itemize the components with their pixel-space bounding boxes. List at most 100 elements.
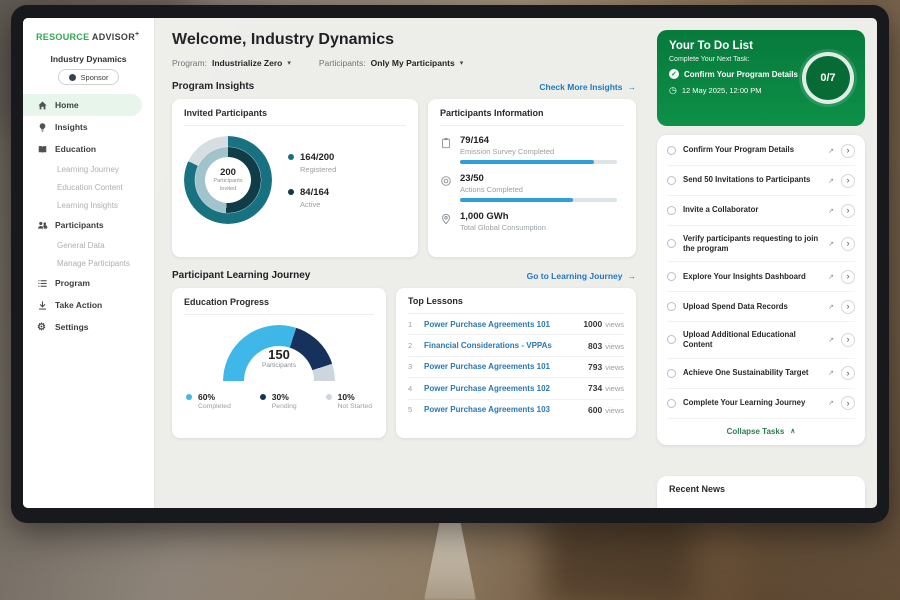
sidebar-item-insights[interactable]: Insights <box>23 116 154 138</box>
chevron-right-icon: › <box>847 335 850 344</box>
lesson-row[interactable]: 3 Power Purchase Agreements 101 793views <box>408 357 624 378</box>
sidebar-item-manage-participants[interactable]: Manage Participants <box>23 254 154 272</box>
external-link-icon: ↗ <box>828 399 834 407</box>
task-row[interactable]: Send 50 Invitations to Participants ↗ › <box>667 166 855 196</box>
chevron-right-icon: › <box>847 206 850 215</box>
chevron-right-icon: › <box>847 369 850 378</box>
external-link-icon: ↗ <box>828 336 834 344</box>
sidebar-item-home[interactable]: Home <box>23 94 142 116</box>
task-open-button[interactable]: › <box>841 144 855 158</box>
task-checkbox[interactable] <box>667 239 676 248</box>
task-row[interactable]: Complete Your Learning Journey ↗ › <box>667 389 855 419</box>
check-more-insights-link[interactable]: Check More Insights → <box>539 82 636 92</box>
lesson-link[interactable]: Power Purchase Agreements 101 <box>424 362 580 371</box>
task-row[interactable]: Verify participants requesting to join t… <box>667 226 855 262</box>
task-open-button[interactable]: › <box>841 270 855 284</box>
book-icon <box>37 144 48 155</box>
todo-next-task[interactable]: ✓ Confirm Your Program Details <box>669 69 804 79</box>
participants-filter[interactable]: Participants: Only My Participants ▾ <box>319 58 463 68</box>
lesson-row[interactable]: 1 Power Purchase Agreements 101 1000view… <box>408 314 624 335</box>
top-lessons-title: Top Lessons <box>408 296 624 314</box>
sidebar-item-general-data[interactable]: General Data <box>23 236 154 254</box>
task-row[interactable]: Explore Your Insights Dashboard ↗ › <box>667 262 855 292</box>
legend-active: 84/164 Active <box>288 187 336 209</box>
filter-bar: Program: Industrialize Zero ▾ Participan… <box>172 58 636 68</box>
task-checkbox[interactable] <box>667 206 676 215</box>
legend-pending: 30% Pending <box>260 392 297 410</box>
education-gauge-legend: 60% Completed 30% Pending <box>184 392 374 410</box>
task-row[interactable]: Confirm Your Program Details ↗ › <box>667 136 855 166</box>
sponsor-label: Sponsor <box>81 73 109 82</box>
participants-filter-value: Only My Participants <box>371 58 455 68</box>
users-icon <box>37 220 48 231</box>
sidebar-item-program[interactable]: Program <box>23 272 154 294</box>
arrow-right-icon: → <box>628 82 637 92</box>
participants-information-title: Participants Information <box>440 108 624 126</box>
todo-hero-card: Your To Do List Complete Your Next Task:… <box>657 30 865 126</box>
task-open-button[interactable]: › <box>841 204 855 218</box>
lesson-row[interactable]: 2 Financial Considerations - VPPAs 803vi… <box>408 335 624 356</box>
task-checkbox[interactable] <box>667 335 676 344</box>
task-row[interactable]: Upload Additional Educational Content ↗ … <box>667 322 855 358</box>
sidebar-item-participants[interactable]: Participants <box>23 214 154 236</box>
task-row[interactable]: Invite a Collaborator ↗ › <box>667 196 855 226</box>
lesson-link[interactable]: Power Purchase Agreements 101 <box>424 320 575 329</box>
legend-completed: 60% Completed <box>186 392 231 410</box>
chevron-down-icon: ▾ <box>460 59 464 67</box>
invited-participants-title: Invited Participants <box>184 108 406 126</box>
sidebar-item-education[interactable]: Education <box>23 138 154 160</box>
lesson-row[interactable]: 4 Power Purchase Agreements 102 734views <box>408 378 624 399</box>
task-row[interactable]: Achieve One Sustainability Target ↗ › <box>667 359 855 389</box>
home-icon <box>37 100 48 111</box>
task-checkbox[interactable] <box>667 146 676 155</box>
invited-participants-donut-chart: 200 Participants Invited <box>184 136 272 224</box>
go-to-learning-journey-link[interactable]: Go to Learning Journey → <box>527 271 636 281</box>
screen: RESOURCE ADVISOR+ Industry Dynamics Spon… <box>23 18 877 508</box>
lesson-link[interactable]: Power Purchase Agreements 103 <box>424 405 580 414</box>
task-checkbox[interactable] <box>667 302 676 311</box>
task-open-button[interactable]: › <box>841 396 855 410</box>
task-open-button[interactable]: › <box>841 237 855 251</box>
learning-journey-title: Participant Learning Journey <box>172 270 310 281</box>
task-open-button[interactable]: › <box>841 333 855 347</box>
lesson-row[interactable]: 5 Power Purchase Agreements 103 600views <box>408 400 624 420</box>
participants-filter-label: Participants: <box>319 58 366 68</box>
main-content: Welcome, Industry Dynamics Program: Indu… <box>155 18 651 508</box>
top-lessons-card: Top Lessons 1 Power Purchase Agreements … <box>396 288 636 438</box>
recent-news-title: Recent News <box>669 484 725 494</box>
task-checkbox[interactable] <box>667 176 676 185</box>
legend-dot <box>326 394 332 400</box>
background-blur <box>545 515 695 600</box>
progress-bar-fill <box>460 198 573 202</box>
task-open-button[interactable]: › <box>841 174 855 188</box>
participants-information-card: Participants Information 79/164 Emission… <box>428 99 636 257</box>
task-checkbox[interactable] <box>667 369 676 378</box>
collapse-tasks-button[interactable]: Collapse Tasks ∧ <box>667 419 855 445</box>
program-filter[interactable]: Program: Industrialize Zero ▾ <box>172 58 291 68</box>
lesson-link[interactable]: Financial Considerations - VPPAs <box>424 341 580 350</box>
external-link-icon: ↗ <box>828 147 834 155</box>
chevron-right-icon: › <box>847 272 850 281</box>
chevron-right-icon: › <box>847 302 850 311</box>
sidebar-item-take-action[interactable]: Take Action <box>23 294 154 316</box>
lesson-link[interactable]: Power Purchase Agreements 102 <box>424 384 580 393</box>
todo-panel: Your To Do List Complete Your Next Task:… <box>651 18 877 508</box>
recent-news-card[interactable]: Recent News <box>657 476 865 508</box>
chevron-right-icon: › <box>847 176 850 185</box>
task-row[interactable]: Upload Spend Data Records ↗ › <box>667 292 855 322</box>
task-checkbox[interactable] <box>667 272 676 281</box>
education-progress-title: Education Progress <box>184 297 374 315</box>
sponsor-badge[interactable]: Sponsor <box>58 69 120 85</box>
check-circle-icon: ✓ <box>669 69 679 79</box>
todo-progress-value: 0/7 <box>820 72 835 84</box>
target-icon <box>440 175 452 187</box>
sidebar-item-settings[interactable]: ⚙ Settings <box>23 316 154 338</box>
task-open-button[interactable]: › <box>841 300 855 314</box>
sidebar-item-learning-insights[interactable]: Learning Insights <box>23 196 154 214</box>
task-open-button[interactable]: › <box>841 366 855 380</box>
sidebar-item-education-content[interactable]: Education Content <box>23 178 154 196</box>
sidebar-item-learning-journey[interactable]: Learning Journey <box>23 160 154 178</box>
invited-donut-center: 200 Participants Invited <box>206 158 250 202</box>
chevron-right-icon: › <box>847 399 850 408</box>
task-checkbox[interactable] <box>667 399 676 408</box>
